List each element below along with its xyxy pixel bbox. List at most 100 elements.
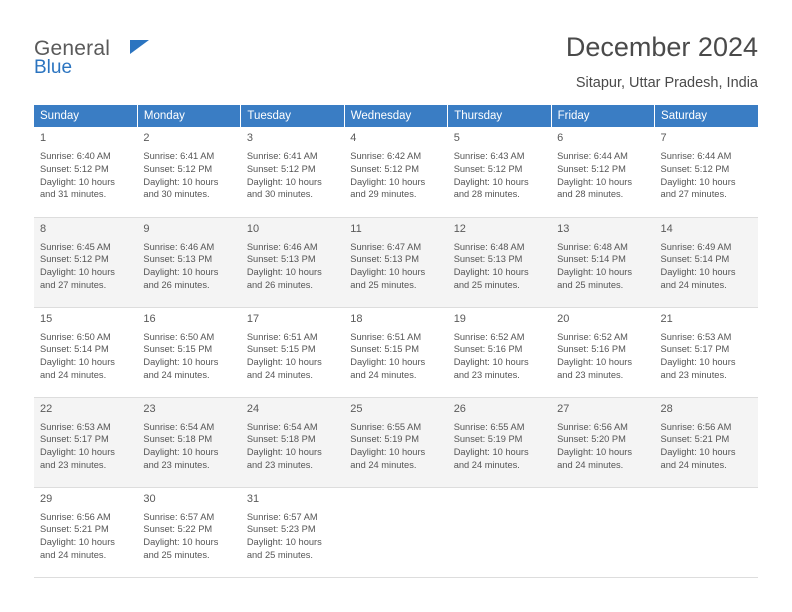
day-cell[interactable]: 17 Sunrise: 6:51 AM Sunset: 5:15 PM Dayl… (240, 307, 345, 398)
sunset-text: Sunset: 5:18 PM (246, 434, 316, 445)
daylight-text-line1: Daylight: 10 hours (246, 537, 322, 548)
sun-times-calendar: Sunday Monday Tuesday Wednesday Thursday… (34, 105, 758, 578)
daylight-text-line2: and 23 minutes. (660, 369, 727, 380)
day-number: 16 (143, 312, 156, 325)
sunset-text: Sunset: 5:12 PM (246, 163, 316, 174)
daylight-text-line1: Daylight: 10 hours (143, 176, 219, 187)
day-cell[interactable]: 19 Sunrise: 6:52 AM Sunset: 5:16 PM Dayl… (447, 307, 552, 398)
sunrise-text: Sunrise: 6:54 AM (246, 421, 318, 432)
day-number: 7 (660, 132, 667, 144)
day-cell[interactable]: 18 Sunrise: 6:51 AM Sunset: 5:15 PM Dayl… (344, 307, 448, 398)
day-cell[interactable]: 13 Sunrise: 6:48 AM Sunset: 5:14 PM Dayl… (551, 217, 655, 308)
day-number: 26 (453, 402, 466, 415)
day-cell[interactable]: 16 Sunrise: 6:50 AM Sunset: 5:15 PM Dayl… (137, 307, 241, 398)
day-cell[interactable]: 8 Sunrise: 6:45 AM Sunset: 5:12 PM Dayli… (34, 217, 138, 308)
day-cell[interactable]: 2 Sunrise: 6:41 AM Sunset: 5:12 PM Dayli… (137, 127, 241, 218)
sunset-text: Sunset: 5:14 PM (40, 344, 109, 355)
logo[interactable]: General Blue (34, 38, 204, 78)
week-row: 29 Sunrise: 6:56 AM Sunset: 5:21 PM Dayl… (34, 487, 758, 578)
daylight-text-line1: Daylight: 10 hours (40, 357, 115, 368)
day-cell[interactable]: 20 Sunrise: 6:52 AM Sunset: 5:16 PM Dayl… (551, 307, 655, 398)
daylight-text-line2: and 24 minutes. (143, 369, 210, 380)
weekday-header-wednesday: Wednesday (344, 105, 449, 127)
week-row: 15 Sunrise: 6:50 AM Sunset: 5:14 PM Dayl… (34, 307, 758, 398)
sunrise-text: Sunrise: 6:54 AM (143, 421, 215, 432)
day-cell[interactable]: 21 Sunrise: 6:53 AM Sunset: 5:17 PM Dayl… (654, 307, 758, 398)
daylight-text-line1: Daylight: 10 hours (350, 447, 426, 458)
day-cell[interactable]: 4 Sunrise: 6:42 AM Sunset: 5:12 PM Dayli… (344, 127, 448, 218)
weekday-header-thursday: Thursday (447, 105, 552, 127)
sunrise-text: Sunrise: 6:49 AM (660, 241, 732, 252)
daylight-text-line2: and 29 minutes. (350, 189, 417, 200)
daylight-text-line1: Daylight: 10 hours (557, 267, 633, 278)
day-cell[interactable]: 25 Sunrise: 6:55 AM Sunset: 5:19 PM Dayl… (344, 397, 448, 488)
sunset-text: Sunset: 5:15 PM (143, 344, 213, 355)
day-cell[interactable]: 15 Sunrise: 6:50 AM Sunset: 5:14 PM Dayl… (34, 307, 138, 398)
day-number: 2 (143, 132, 150, 144)
day-number: 25 (350, 402, 363, 415)
day-cell[interactable]: 12 Sunrise: 6:48 AM Sunset: 5:13 PM Dayl… (447, 217, 552, 308)
sunrise-text: Sunrise: 6:51 AM (350, 331, 422, 342)
sunset-text: Sunset: 5:16 PM (453, 344, 523, 355)
day-cell[interactable]: 31 Sunrise: 6:57 AM Sunset: 5:23 PM Dayl… (240, 487, 345, 578)
day-cell[interactable]: 11 Sunrise: 6:47 AM Sunset: 5:13 PM Dayl… (344, 217, 448, 308)
day-cell[interactable]: 14 Sunrise: 6:49 AM Sunset: 5:14 PM Dayl… (654, 217, 758, 308)
day-cell[interactable]: 1 Sunrise: 6:40 AM Sunset: 5:12 PM Dayli… (34, 127, 138, 218)
page-header: General Blue December 2024 Sitapur, Utta… (34, 30, 758, 100)
sunset-text: Sunset: 5:22 PM (143, 524, 213, 535)
day-cell[interactable]: 3 Sunrise: 6:41 AM Sunset: 5:12 PM Dayli… (240, 127, 345, 218)
day-cell[interactable]: 29 Sunrise: 6:56 AM Sunset: 5:21 PM Dayl… (34, 487, 138, 578)
title-block: December 2024 Sitapur, Uttar Pradesh, In… (566, 30, 758, 93)
day-cell[interactable]: 23 Sunrise: 6:54 AM Sunset: 5:18 PM Dayl… (137, 397, 241, 488)
day-cell-empty (654, 487, 758, 578)
daylight-text-line1: Daylight: 10 hours (143, 537, 219, 548)
sunset-text: Sunset: 5:15 PM (350, 344, 419, 355)
day-number: 19 (453, 312, 466, 325)
calendar-page: General Blue December 2024 Sitapur, Utta… (0, 0, 792, 612)
day-cell[interactable]: 27 Sunrise: 6:56 AM Sunset: 5:20 PM Dayl… (551, 397, 655, 488)
day-number: 1 (40, 132, 47, 144)
sunset-text: Sunset: 5:13 PM (350, 254, 419, 265)
blue-flag-icon (130, 40, 149, 54)
sunrise-text: Sunrise: 6:52 AM (453, 331, 525, 342)
day-cell[interactable]: 22 Sunrise: 6:53 AM Sunset: 5:17 PM Dayl… (34, 397, 138, 488)
sunrise-text: Sunrise: 6:46 AM (246, 241, 318, 252)
daylight-text-line1: Daylight: 10 hours (40, 537, 115, 548)
day-number: 14 (660, 222, 673, 235)
daylight-text-line1: Daylight: 10 hours (246, 267, 322, 278)
day-number: 27 (557, 402, 570, 415)
sunset-text: Sunset: 5:13 PM (453, 254, 523, 265)
daylight-text-line1: Daylight: 10 hours (557, 357, 633, 368)
daylight-text-line1: Daylight: 10 hours (350, 267, 426, 278)
day-cell[interactable]: 7 Sunrise: 6:44 AM Sunset: 5:12 PM Dayli… (654, 127, 758, 218)
sunset-text: Sunset: 5:19 PM (350, 434, 419, 445)
day-number: 6 (557, 132, 564, 144)
sunrise-text: Sunrise: 6:48 AM (453, 241, 525, 252)
sunrise-text: Sunrise: 6:53 AM (660, 331, 732, 342)
daylight-text-line2: and 28 minutes. (453, 189, 520, 200)
day-cell[interactable]: 5 Sunrise: 6:43 AM Sunset: 5:12 PM Dayli… (447, 127, 552, 218)
daylight-text-line2: and 24 minutes. (557, 459, 624, 470)
day-cell[interactable]: 9 Sunrise: 6:46 AM Sunset: 5:13 PM Dayli… (137, 217, 241, 308)
day-cell[interactable]: 26 Sunrise: 6:55 AM Sunset: 5:19 PM Dayl… (447, 397, 552, 488)
daylight-text-line1: Daylight: 10 hours (246, 447, 322, 458)
day-cell[interactable]: 28 Sunrise: 6:56 AM Sunset: 5:21 PM Dayl… (654, 397, 758, 488)
daylight-text-line2: and 31 minutes. (40, 189, 107, 200)
day-number: 23 (143, 402, 156, 415)
day-cell[interactable]: 24 Sunrise: 6:54 AM Sunset: 5:18 PM Dayl… (240, 397, 345, 488)
daylight-text-line1: Daylight: 10 hours (453, 357, 529, 368)
daylight-text-line2: and 25 minutes. (453, 279, 520, 290)
sunset-text: Sunset: 5:12 PM (557, 163, 626, 174)
day-cell[interactable]: 30 Sunrise: 6:57 AM Sunset: 5:22 PM Dayl… (137, 487, 241, 578)
day-number: 4 (350, 132, 357, 144)
daylight-text-line1: Daylight: 10 hours (40, 176, 115, 187)
day-number: 17 (246, 312, 260, 325)
day-cell-empty (551, 487, 655, 578)
day-cell[interactable]: 10 Sunrise: 6:46 AM Sunset: 5:13 PM Dayl… (240, 217, 345, 308)
day-cell[interactable]: 6 Sunrise: 6:44 AM Sunset: 5:12 PM Dayli… (551, 127, 655, 218)
daylight-text-line2: and 25 minutes. (143, 549, 210, 560)
weekday-header-row: Sunday Monday Tuesday Wednesday Thursday… (34, 105, 758, 127)
daylight-text-line1: Daylight: 10 hours (40, 267, 115, 278)
sunrise-text: Sunrise: 6:56 AM (40, 511, 111, 522)
weekday-header-saturday: Saturday (654, 105, 758, 127)
